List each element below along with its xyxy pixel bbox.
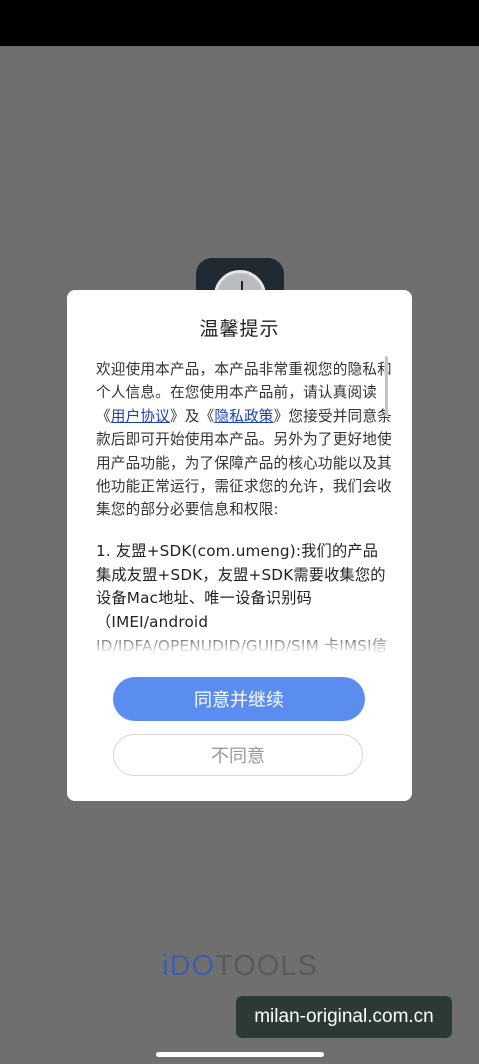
scrollbar-thumb[interactable] xyxy=(385,356,388,416)
agree-button[interactable]: 同意并继续 xyxy=(113,677,365,721)
privacy-policy-link[interactable]: 隐私政策 xyxy=(214,408,273,425)
disagree-button[interactable]: 不同意 xyxy=(113,734,363,776)
watermark: milan-original.com.cn xyxy=(236,996,452,1038)
privacy-dialog: 温馨提示 欢迎使用本产品，本产品非常重视您的隐私和个人信息。在您使用本产品前，请… xyxy=(67,290,412,801)
user-agreement-link[interactable]: 用户协议 xyxy=(111,408,170,425)
dialog-scroll-area[interactable]: 欢迎使用本产品，本产品非常重视您的隐私和个人信息。在您使用本产品前，请认真阅读《… xyxy=(96,358,392,653)
intro-paragraph: 欢迎使用本产品，本产品非常重视您的隐私和个人信息。在您使用本产品前，请认真阅读《… xyxy=(96,358,392,522)
brand-logo: iDOTOOLS xyxy=(162,950,318,982)
status-bar xyxy=(0,0,479,46)
intro-text-2: 》及《 xyxy=(169,407,215,425)
dialog-title: 温馨提示 xyxy=(199,318,280,340)
home-indicator[interactable] xyxy=(156,1052,324,1057)
scroll-fade xyxy=(96,630,392,654)
